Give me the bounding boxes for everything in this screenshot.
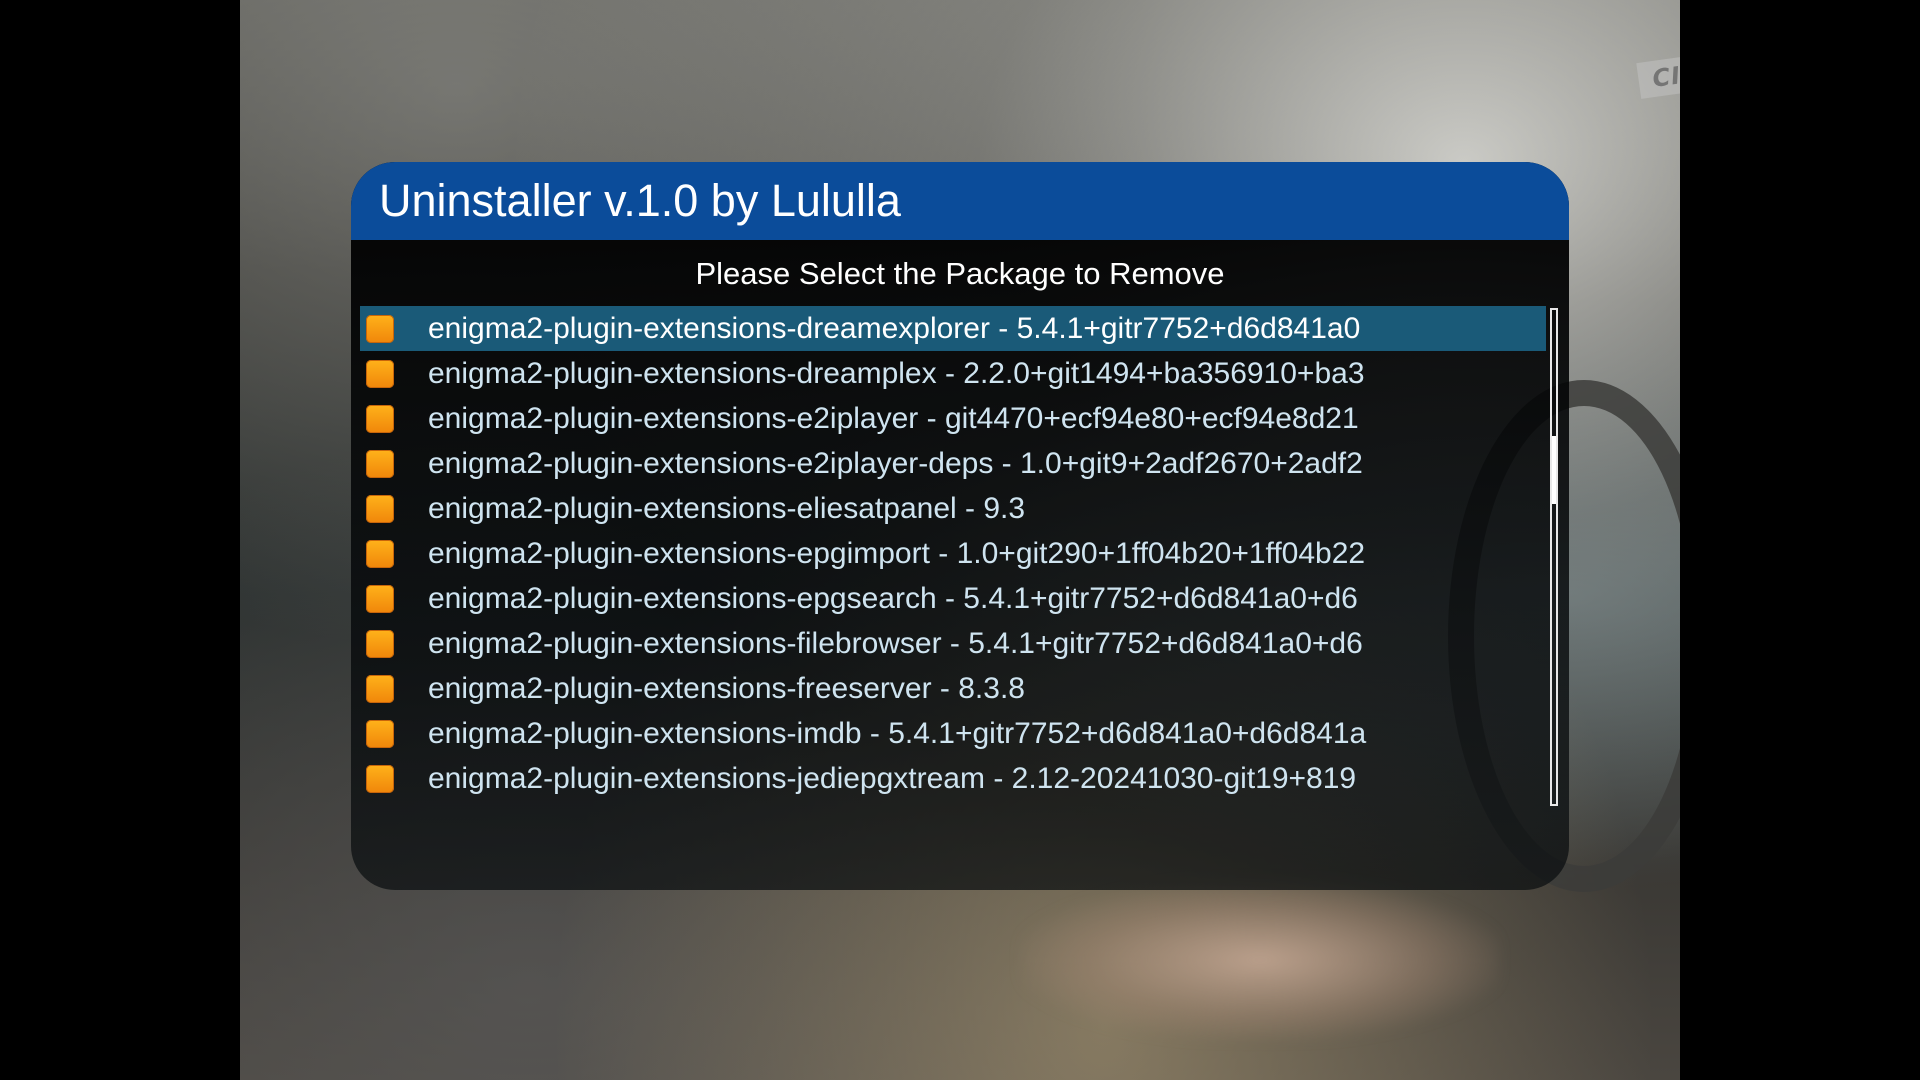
package-label: enigma2-plugin-extensions-epgsearch - 5.…	[428, 581, 1358, 615]
dialog-title: Uninstaller v.1.0 by Lululla	[379, 175, 901, 226]
package-row[interactable]: enigma2-plugin-extensions-jediepgxtream …	[360, 756, 1546, 801]
title-bar: Uninstaller v.1.0 by Lululla	[351, 162, 1569, 240]
hands-shape	[1020, 880, 1500, 1040]
package-label: enigma2-plugin-extensions-filebrowser - …	[428, 626, 1363, 660]
uninstaller-dialog: Uninstaller v.1.0 by Lululla Please Sele…	[351, 162, 1569, 890]
orange-package-icon	[366, 764, 394, 793]
channel-watermark: CINEMAX	[1636, 41, 1680, 99]
orange-package-icon	[366, 494, 394, 523]
package-label: enigma2-plugin-extensions-freeserver - 8…	[428, 671, 1025, 705]
package-row[interactable]: enigma2-plugin-extensions-epgimport - 1.…	[360, 531, 1546, 576]
package-label: enigma2-plugin-extensions-eliesatpanel -…	[428, 491, 1026, 525]
orange-package-icon	[366, 539, 394, 568]
orange-package-icon	[366, 584, 394, 613]
list-scrollbar[interactable]	[1550, 308, 1558, 806]
package-row[interactable]: enigma2-plugin-extensions-eliesatpanel -…	[360, 486, 1546, 531]
package-row[interactable]: enigma2-plugin-extensions-imdb - 5.4.1+g…	[360, 711, 1546, 756]
orange-package-icon	[366, 404, 394, 433]
package-label: enigma2-plugin-extensions-e2iplayer - gi…	[428, 401, 1359, 435]
package-label: enigma2-plugin-extensions-imdb - 5.4.1+g…	[428, 716, 1367, 750]
orange-package-icon	[366, 719, 394, 748]
orange-package-icon	[366, 314, 394, 343]
package-row[interactable]: enigma2-plugin-extensions-dreamplex - 2.…	[360, 351, 1546, 396]
package-row[interactable]: enigma2-plugin-extensions-dreamexplorer …	[360, 306, 1546, 351]
orange-package-icon	[366, 674, 394, 703]
package-row[interactable]: enigma2-plugin-extensions-freeserver - 8…	[360, 666, 1546, 711]
package-row[interactable]: enigma2-plugin-extensions-filebrowser - …	[360, 621, 1546, 666]
package-label: enigma2-plugin-extensions-jediepgxtream …	[428, 761, 1357, 795]
package-label: enigma2-plugin-extensions-dreamexplorer …	[428, 311, 1361, 345]
package-row[interactable]: enigma2-plugin-extensions-epgsearch - 5.…	[360, 576, 1546, 621]
package-label: enigma2-plugin-extensions-e2iplayer-deps…	[428, 446, 1363, 480]
package-label: enigma2-plugin-extensions-dreamplex - 2.…	[428, 356, 1365, 390]
package-list[interactable]: enigma2-plugin-extensions-dreamexplorer …	[360, 306, 1546, 801]
orange-package-icon	[366, 449, 394, 478]
package-label: enigma2-plugin-extensions-epgimport - 1.…	[428, 536, 1366, 570]
dialog-subtitle: Please Select the Package to Remove	[695, 256, 1225, 291]
scrollbar-thumb[interactable]	[1552, 436, 1556, 504]
orange-package-icon	[366, 629, 394, 658]
package-row[interactable]: enigma2-plugin-extensions-e2iplayer - gi…	[360, 396, 1546, 441]
orange-package-icon	[366, 359, 394, 388]
package-row[interactable]: enigma2-plugin-extensions-e2iplayer-deps…	[360, 441, 1546, 486]
